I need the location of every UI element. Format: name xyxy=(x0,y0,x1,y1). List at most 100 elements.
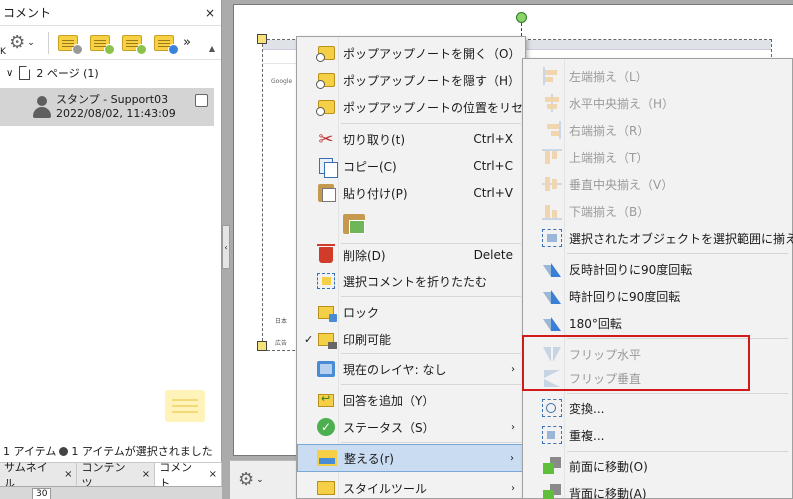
menu-item-label: 時計回りに90度回転 xyxy=(569,289,681,304)
menu-printable[interactable]: ✓ 印刷可能 xyxy=(297,326,525,352)
menu-delete[interactable]: 削除(D) Delete xyxy=(297,242,525,268)
tab-comments[interactable]: コメント × xyxy=(155,461,222,490)
menu-cut[interactable]: ✂ 切り取り(t) Ctrl+X xyxy=(297,126,525,152)
menu-item-label: 切り取り(t) xyxy=(343,132,406,147)
menu-item-label: 印刷可能 xyxy=(343,332,392,347)
copy-icon xyxy=(319,158,338,178)
submenu-arrow-icon: › xyxy=(510,452,514,464)
menu-item-label: 選択コメントを折りたたむ xyxy=(343,274,488,289)
menu-paste[interactable]: 貼り付け(P) Ctrl+V xyxy=(297,180,525,206)
submenu-rotate-180[interactable]: 180°回転 xyxy=(523,310,792,336)
send-to-back-icon xyxy=(542,484,562,499)
submenu-bring-to-front[interactable]: 前面に移動(O) xyxy=(523,453,792,479)
menu-copy[interactable]: コピー(C) Ctrl+C xyxy=(297,153,525,179)
menu-item-label: フリップ水平 xyxy=(569,347,642,362)
more-tools-button[interactable]: » xyxy=(183,35,191,50)
menu-item-label: 背面に移動(A) xyxy=(569,486,647,499)
submenu-align-to-selection[interactable]: 選択されたオブジェクトを選択範囲に揃える › xyxy=(523,225,793,251)
menu-add-reply[interactable]: 回答を追加（Y） xyxy=(297,387,525,413)
chevron-left-icon: ‹ xyxy=(224,242,228,252)
menu-open-popup-note[interactable]: ポップアップノートを開く（O） xyxy=(297,40,525,66)
reply-icon xyxy=(318,392,334,407)
document-bottom-toolbar: ⚙ ⌄ xyxy=(230,460,300,499)
menu-item-label: 下端揃え（B） xyxy=(569,204,650,219)
menu-current-layer[interactable]: 現在のレイヤ: なし › xyxy=(297,356,525,382)
paste-icon xyxy=(318,184,336,202)
submenu-align-h-center[interactable]: 水平中央揃え（H） xyxy=(523,90,792,116)
submenu-rotate-cw[interactable]: 時計回りに90度回転 xyxy=(523,283,792,309)
collapse-panel-handle[interactable]: ‹ xyxy=(222,225,230,269)
submenu-arrow-icon: › xyxy=(511,363,515,375)
menu-item-label: 重複... xyxy=(569,428,605,443)
chevron-down-icon[interactable]: ⌄ xyxy=(256,475,264,485)
rotate-ccw-icon xyxy=(542,260,562,278)
expand-chevron-icon[interactable]: ∨ xyxy=(6,68,13,79)
menu-paste-image[interactable] xyxy=(297,207,525,241)
comments-panel-title: コメント xyxy=(3,6,52,20)
menu-reset-popup-note[interactable]: ポップアップノートの位置をリセット（R） xyxy=(297,94,579,120)
layer-icon xyxy=(317,361,335,377)
chevron-down-icon: ⌄ xyxy=(27,37,35,48)
menu-item-label: 整える(r) xyxy=(344,451,394,466)
note-next-button[interactable] xyxy=(87,30,115,56)
tab-thumbnails[interactable]: サムネイル × xyxy=(0,461,78,490)
resize-handle-bottom-left[interactable] xyxy=(257,341,267,351)
arrange-icon xyxy=(317,450,337,466)
note-prev-button[interactable] xyxy=(119,30,147,56)
settings-button[interactable]: ⚙ ⌄ xyxy=(2,30,42,56)
menu-arrange[interactable]: 整える(r) › xyxy=(297,444,525,472)
page-number-field[interactable]: 30 xyxy=(32,488,52,499)
rotation-handle[interactable] xyxy=(516,12,527,23)
submenu-align-right[interactable]: 右端揃え（R） xyxy=(523,117,792,143)
submenu-send-to-back[interactable]: 背面に移動(A) xyxy=(523,480,792,499)
menu-lock[interactable]: ロック xyxy=(297,299,525,325)
menu-item-label: 180°回転 xyxy=(569,316,622,331)
user-avatar-icon xyxy=(32,96,52,118)
menu-collapse-comments[interactable]: 選択コメントを折りたたむ xyxy=(297,268,525,294)
note-reply-button[interactable] xyxy=(151,30,179,56)
tab-comments-close-icon[interactable]: × xyxy=(209,469,217,480)
page-icon xyxy=(19,66,31,80)
submenu-align-bottom[interactable]: 下端揃え（B） xyxy=(523,198,792,224)
tab-thumbnails-close-icon[interactable]: × xyxy=(64,469,72,480)
submenu-align-top[interactable]: 上端揃え（T） xyxy=(523,144,792,170)
resize-handle-top-left[interactable] xyxy=(257,34,267,44)
bring-to-front-icon xyxy=(542,457,562,475)
menu-hide-popup-note[interactable]: ポップアップノートを隠す（H） xyxy=(297,67,525,93)
menu-style-tool[interactable]: スタイルツール › xyxy=(297,475,525,499)
note-summary-button[interactable] xyxy=(55,30,83,56)
tab-contents[interactable]: コンテンツ × xyxy=(77,461,156,490)
bottom-strip: 30 xyxy=(0,486,222,499)
gear-icon[interactable]: ⚙ xyxy=(238,471,254,489)
embedded-text-google: Google xyxy=(271,78,293,85)
page-group-header[interactable]: ∨ 2 ページ (1) xyxy=(0,62,221,84)
menu-item-label: 前面に移動(O) xyxy=(569,459,648,474)
submenu-flip-vertical[interactable]: フリップ垂直 xyxy=(523,365,792,391)
submenu-align-left[interactable]: 左端揃え（L） xyxy=(523,63,792,89)
comment-title: スタンプ - Support03 xyxy=(56,93,169,106)
submenu-align-v-center[interactable]: 垂直中央揃え（V） xyxy=(523,171,792,197)
close-panel-button[interactable]: × xyxy=(205,6,215,20)
menu-status[interactable]: ✓ ステータス（S） › xyxy=(297,414,525,440)
menu-item-label: スタイルツール xyxy=(343,481,428,496)
note-back-icon xyxy=(122,34,147,55)
checkmark-icon: ✓ xyxy=(304,332,314,346)
align-left-icon xyxy=(542,67,562,85)
submenu-flip-horizontal[interactable]: フリップ水平 xyxy=(523,341,792,367)
scroll-up-arrow-icon[interactable]: ▲ xyxy=(209,44,215,53)
menu-item-label: ポップアップノートを隠す（H） xyxy=(343,73,521,88)
submenu-duplicate[interactable]: 重複... xyxy=(523,422,792,448)
flip-vertical-icon xyxy=(542,369,562,387)
embedded-text-ads: 広告 xyxy=(275,340,288,347)
menu-item-label: 貼り付け(P) xyxy=(343,186,408,201)
menu-item-label: 回答を追加（Y） xyxy=(343,393,435,408)
comment-list-item[interactable]: スタンプ - Support03 2022/08/02, 11:43:09 xyxy=(0,88,214,126)
submenu-rotate-ccw[interactable]: 反時計回りに90度回転 xyxy=(523,256,792,282)
transform-icon xyxy=(542,399,562,417)
menu-item-label: ポップアップノートを開く（O） xyxy=(343,46,521,61)
comment-checkbox[interactable] xyxy=(195,94,208,107)
submenu-transform[interactable]: 変換... xyxy=(523,395,792,421)
lock-icon xyxy=(318,305,337,322)
tab-contents-close-icon[interactable]: × xyxy=(142,469,150,480)
flip-horizontal-icon xyxy=(542,345,562,363)
